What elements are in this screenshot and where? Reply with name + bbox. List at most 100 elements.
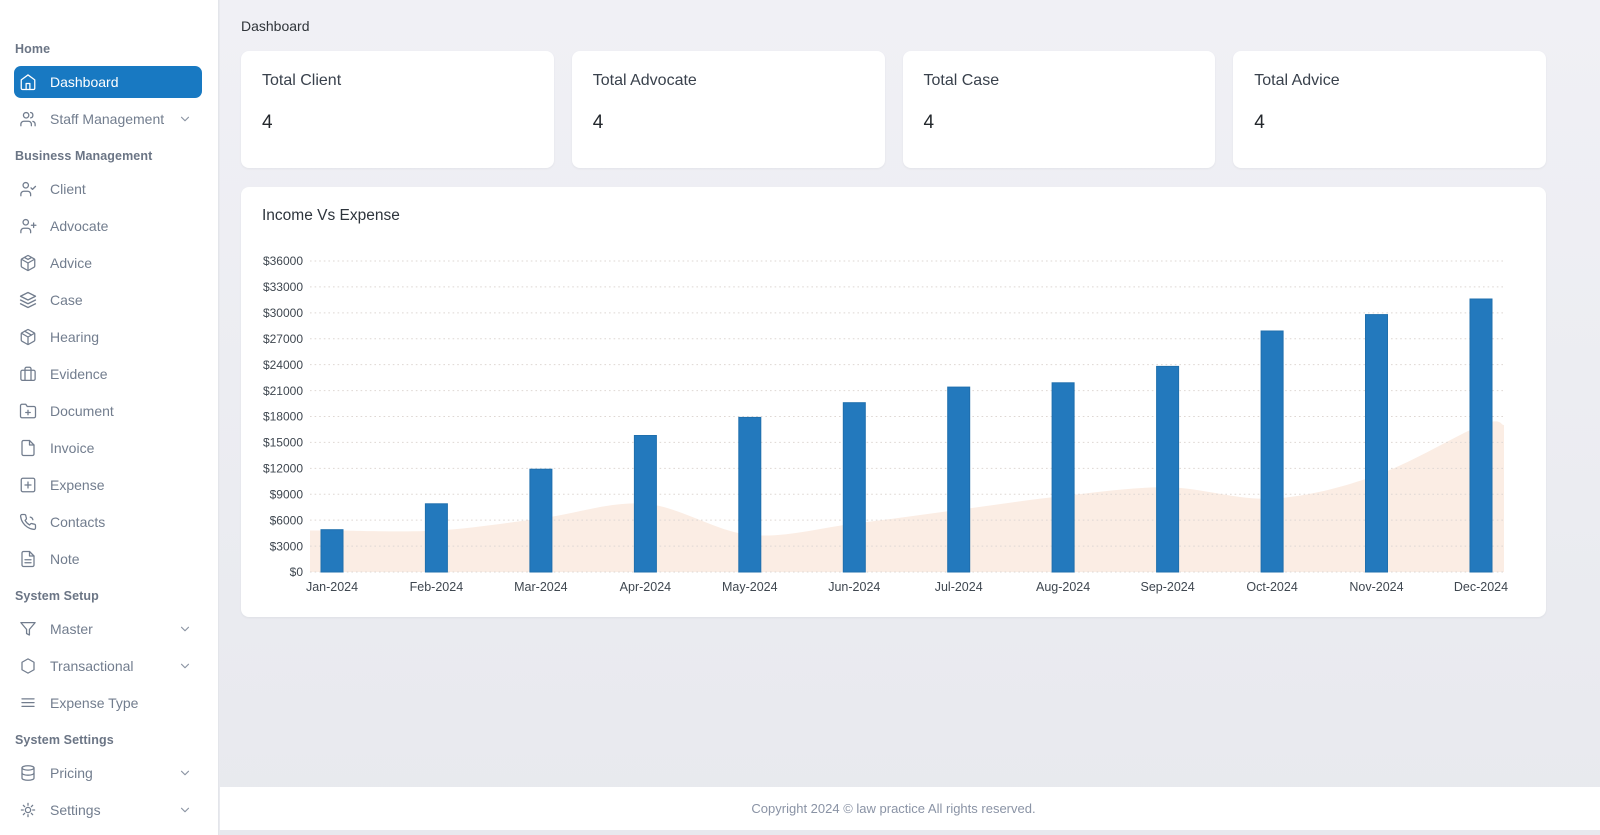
y-axis-label: $18000 (263, 410, 303, 424)
stat-card-total-client: Total Client 4 (241, 51, 554, 168)
hexagon-icon (19, 657, 37, 675)
y-axis-label: $0 (290, 565, 304, 579)
copyright-text: Copyright 2024 © law practice All rights… (751, 800, 1036, 816)
sidebar-item-label: Case (50, 292, 83, 308)
chevron-down-icon (178, 622, 192, 636)
income-bar-may-2024[interactable] (738, 416, 762, 573)
x-axis-label: Feb-2024 (410, 580, 464, 594)
sidebar-item-expense[interactable]: Expense (14, 469, 202, 501)
users-icon (19, 110, 37, 128)
x-axis-label: Jun-2024 (828, 580, 880, 594)
stat-card-total-advocate: Total Advocate 4 (571, 51, 885, 168)
income-bar-feb-2024[interactable] (424, 503, 448, 573)
x-axis-label: Sep-2024 (1140, 580, 1194, 594)
y-axis-label: $27000 (263, 332, 303, 346)
sidebar-item-label: Client (50, 181, 86, 197)
sidebar-item-label: Evidence (50, 366, 108, 382)
x-axis-label: Oct-2024 (1246, 580, 1297, 594)
sidebar-item-label: Pricing (50, 765, 93, 781)
database-icon (19, 764, 37, 782)
stat-card-value: 4 (1254, 112, 1265, 133)
stat-card-value: 4 (262, 112, 273, 133)
stat-card-title: Total Advocate (592, 72, 697, 89)
sidebar-item-client[interactable]: Client (14, 173, 202, 205)
expense-area-series[interactable] (310, 421, 1504, 572)
income-bar-sep-2024[interactable] (1156, 365, 1180, 573)
sidebar: Home Dashboard Staff Management Business Ma… (0, 0, 219, 835)
sidebar-nav: Home Dashboard Staff Management Business Ma… (0, 42, 218, 826)
user-plus-icon (19, 217, 37, 235)
income-bar-aug-2024[interactable] (1051, 382, 1075, 573)
stat-card-total-advice: Total Advice 4 (1233, 51, 1546, 168)
sidebar-item-evidence[interactable]: Evidence (14, 358, 202, 390)
sidebar-item-invoice[interactable]: Invoice (14, 432, 202, 464)
sidebar-item-label: Invoice (50, 440, 95, 456)
sidebar-item-pricing[interactable]: Pricing (14, 757, 202, 789)
sidebar-item-case[interactable]: Case (14, 284, 202, 316)
x-axis-label: Jul-2024 (935, 580, 983, 594)
list-icon (19, 694, 37, 712)
file-icon (19, 439, 37, 457)
income-expense-chart[interactable]: $0 $3000 $6000 $9000 $12000 $15000 $18000 $2100… (262, 237, 1528, 605)
sidebar-item-label: Advice (50, 255, 93, 271)
y-axis-label: $12000 (263, 462, 303, 476)
sidebar-item-label: Expense Type (50, 695, 139, 711)
sidebar-item-advice[interactable]: Advice (14, 247, 202, 279)
income-bar-jan-2024[interactable] (320, 529, 344, 573)
page-title: Dashboard (241, 18, 310, 34)
income-bar-dec-2024[interactable] (1469, 298, 1493, 573)
x-axis-label: Mar-2024 (514, 580, 568, 594)
sidebar-item-transactional[interactable]: Transactional (14, 650, 202, 682)
sidebar-item-dashboard[interactable]: Dashboard (14, 66, 202, 98)
income-bar-apr-2024[interactable] (633, 435, 657, 573)
plus-square-icon (19, 476, 37, 494)
sidebar-section-header-system-setup: System Setup (15, 589, 99, 603)
sidebar-item-label: Document (50, 403, 114, 419)
file-text-icon (19, 550, 37, 568)
folder-plus-icon (19, 402, 37, 420)
x-axis-label: Nov-2024 (1349, 580, 1403, 594)
y-axis-label: $6000 (270, 513, 304, 527)
layers-icon (19, 291, 37, 309)
x-axis-label: Aug-2024 (1036, 580, 1090, 594)
sidebar-item-document[interactable]: Document (14, 395, 202, 427)
stat-card-value: 4 (592, 112, 604, 133)
briefcase-icon (19, 365, 37, 383)
y-axis-label: $36000 (263, 254, 303, 268)
stat-cards-row: Total Client 4 Total Advocate 4 Total Case 4 T… (241, 51, 1546, 168)
chart-card: Income Vs Expense $0 $3000 $6000 $9000 $1200… (241, 187, 1546, 617)
sidebar-item-settings[interactable]: Settings (14, 794, 202, 826)
stat-card-title: Total Case (923, 72, 1000, 89)
codesandbox-icon (19, 254, 37, 272)
x-axis-label: Apr-2024 (620, 580, 671, 594)
y-axis-label: $9000 (270, 487, 304, 501)
sidebar-item-label: Transactional (50, 658, 134, 674)
income-bar-jul-2024[interactable] (947, 386, 971, 573)
chart-canvas: $0 $3000 $6000 $9000 $12000 $15000 $18000 $2100… (263, 254, 1508, 594)
stat-card-value: 4 (923, 112, 935, 133)
income-bar-mar-2024[interactable] (529, 468, 553, 573)
sidebar-item-note[interactable]: Note (14, 543, 202, 575)
sidebar-item-staff-management[interactable]: Staff Management (14, 103, 202, 135)
sidebar-section-header-home: Home (15, 42, 51, 56)
stat-card-title: Total Client (262, 72, 342, 89)
footer: Copyright 2024 © law practice All rights… (220, 787, 1600, 830)
sidebar-item-label: Staff Management (50, 111, 165, 127)
y-axis-label: $33000 (263, 280, 303, 294)
sidebar-item-label: Contacts (50, 514, 106, 530)
income-bar-nov-2024[interactable] (1365, 314, 1388, 573)
chevron-down-icon (178, 659, 192, 673)
income-bar-oct-2024[interactable] (1260, 330, 1284, 573)
sidebar-item-hearing[interactable]: Hearing (14, 321, 202, 353)
y-axis-label: $30000 (263, 306, 303, 320)
x-axis-label: Dec-2024 (1454, 580, 1508, 594)
sidebar-item-contacts[interactable]: Contacts (14, 506, 202, 538)
sidebar-item-master[interactable]: Master (14, 613, 202, 645)
income-bar-jun-2024[interactable] (842, 402, 866, 573)
package-icon (19, 328, 37, 346)
sidebar-item-label: Dashboard (50, 74, 119, 90)
sidebar-item-expense-type[interactable]: Expense Type (14, 687, 202, 719)
chart-title: Income Vs Expense (262, 207, 400, 224)
sidebar-item-advocate[interactable]: Advocate (14, 210, 202, 242)
sidebar-section-header-business-management: Business Management (15, 149, 153, 163)
